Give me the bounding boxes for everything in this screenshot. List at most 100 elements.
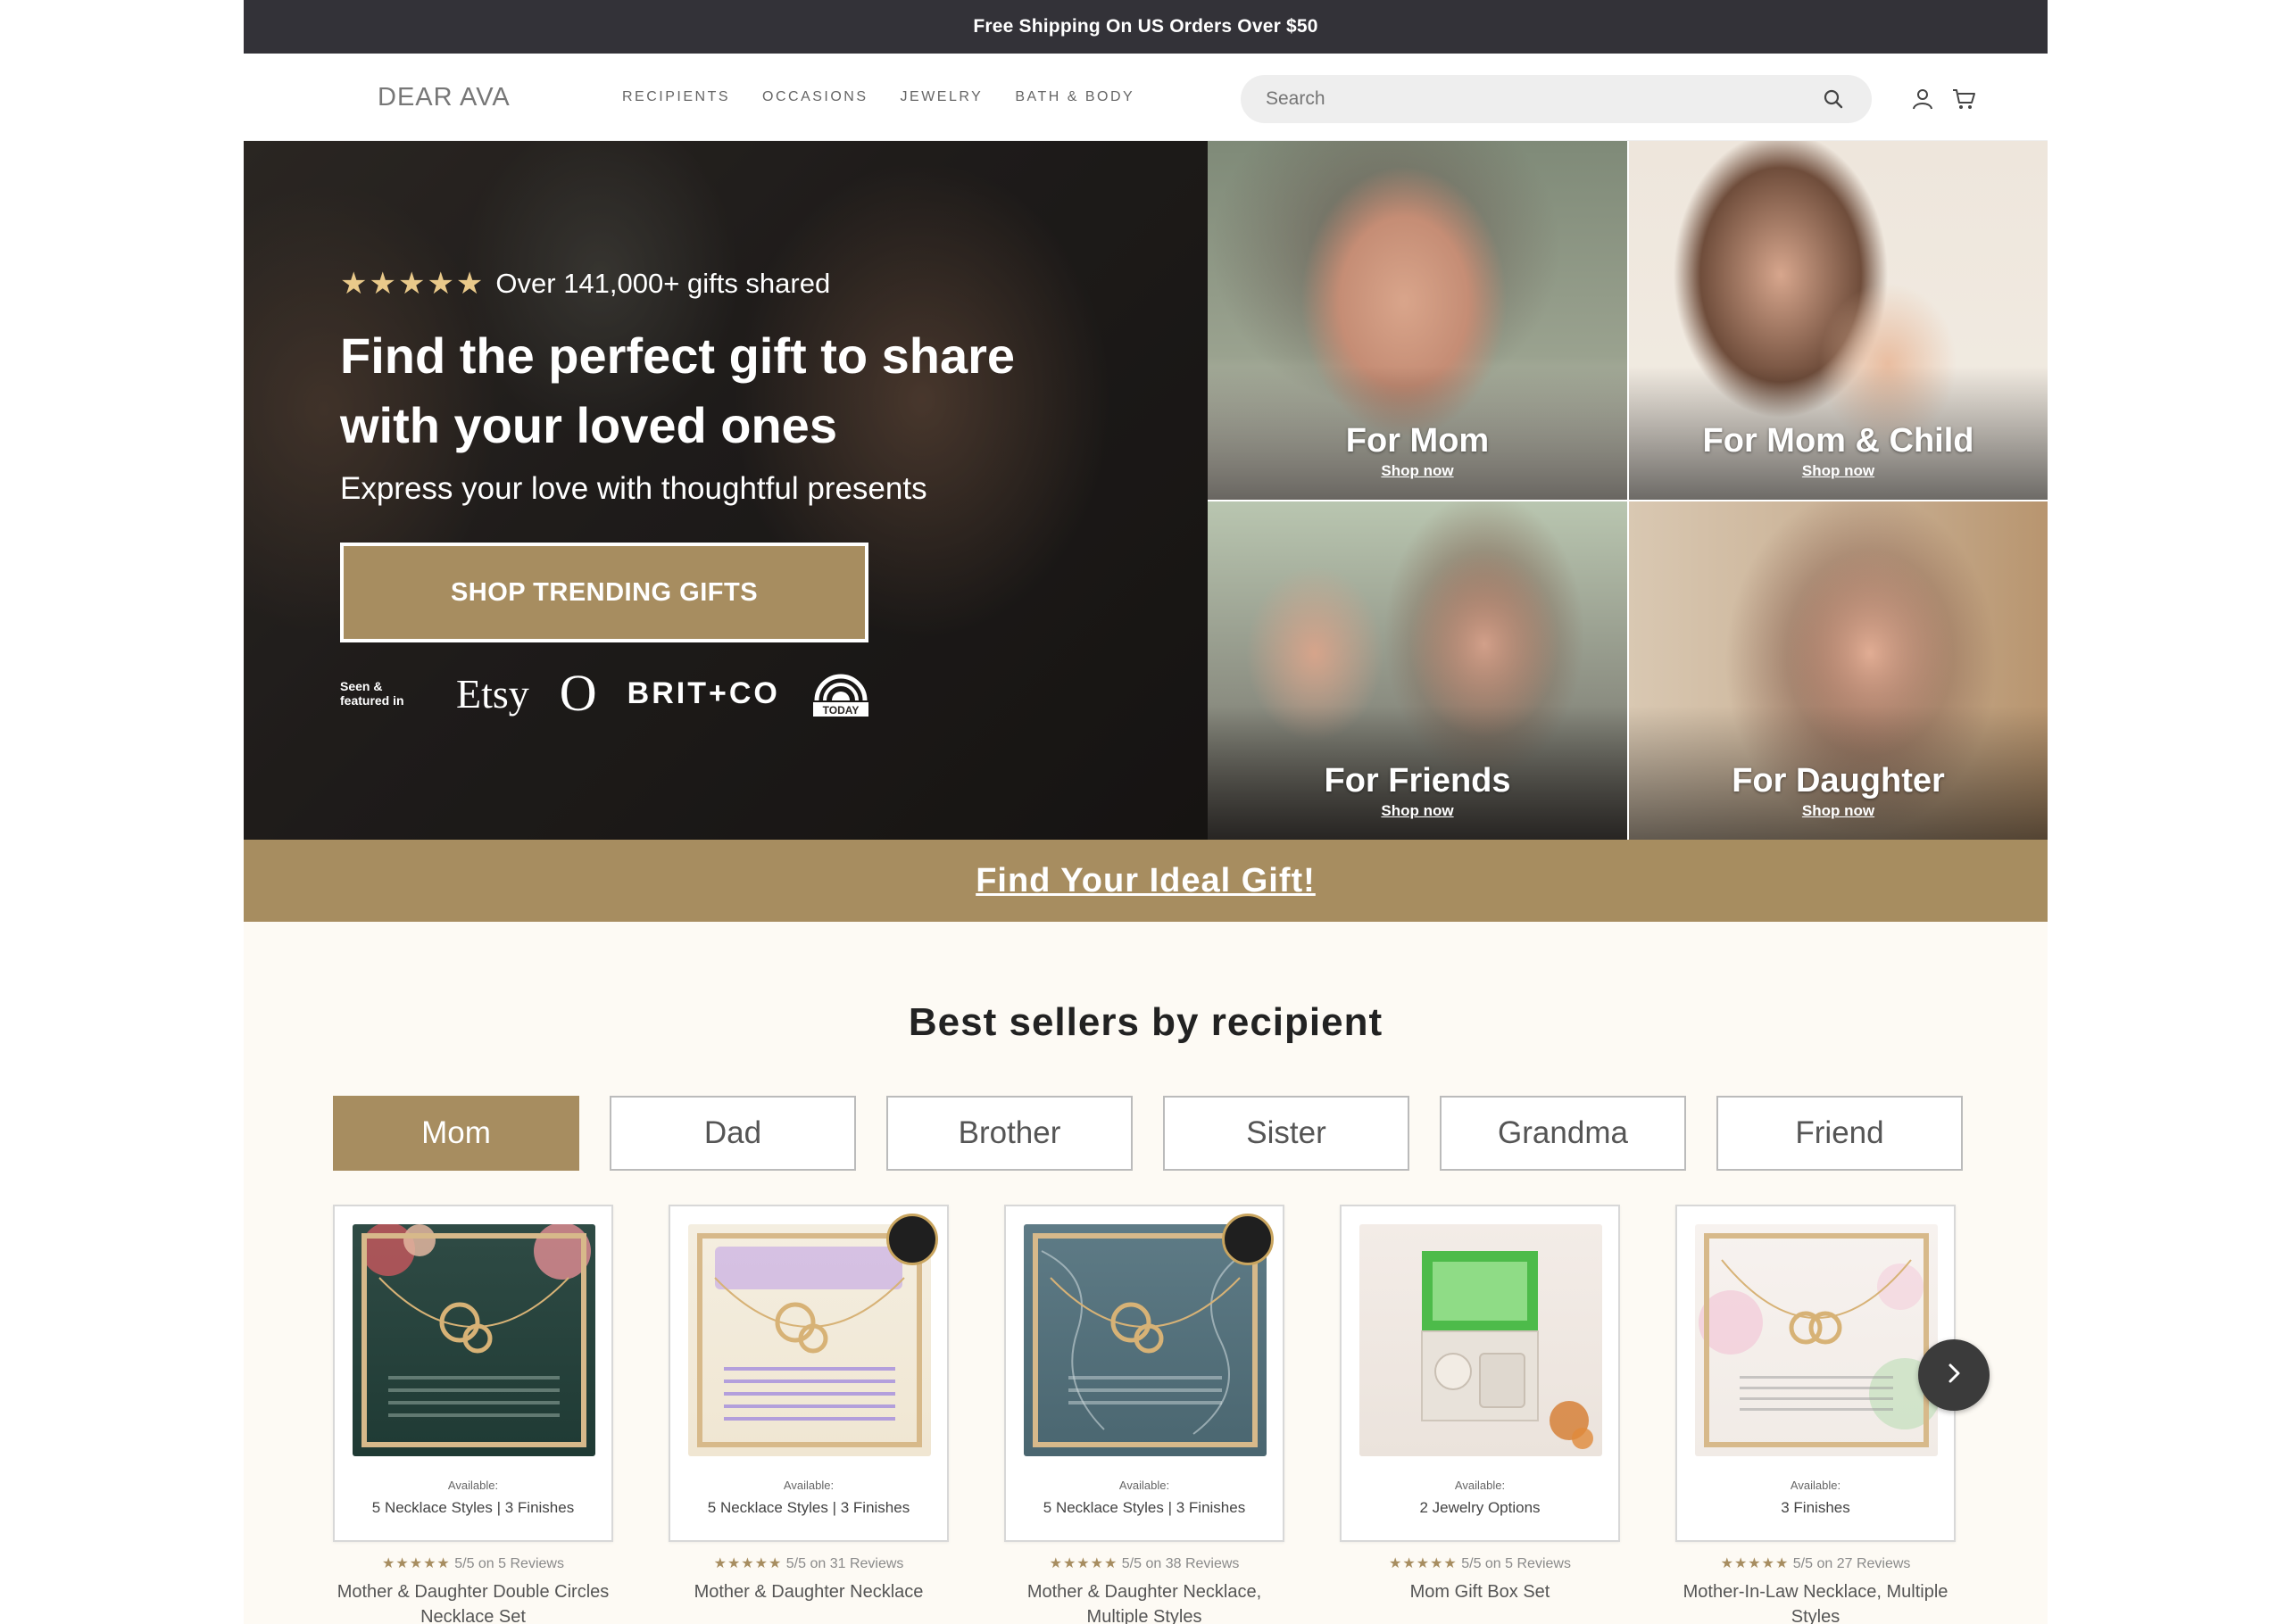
product-name[interactable]: Mother & Daughter Double Circles Necklac…	[333, 1579, 613, 1624]
tab-friend[interactable]: Friend	[1716, 1096, 1963, 1171]
product-rating: ★★★★★ 5/5 on 5 Reviews	[333, 1554, 613, 1572]
recipient-tabs: Mom Dad Brother Sister Grandma Friend	[333, 1096, 1963, 1171]
tile-for-mom-child[interactable]: For Mom & Child Shop now	[1629, 141, 2048, 500]
product-rating: ★★★★★ 5/5 on 5 Reviews	[1340, 1554, 1620, 1572]
site-header: DEAR AVA RECIPIENTS OCCASIONS JEWELRY BA…	[244, 54, 2048, 141]
product-available-label: Available:	[1118, 1479, 1170, 1492]
product-card[interactable]: Available: 3 Finishes	[1675, 1205, 1956, 1542]
search-bar	[1241, 75, 1872, 123]
hero-banner: ★★★★★ Over 141,000+ gifts shared Find th…	[244, 141, 1208, 840]
find-ideal-gift-link[interactable]: Find Your Ideal Gift!	[976, 862, 1316, 900]
hero-content: ★★★★★ Over 141,000+ gifts shared Find th…	[340, 266, 1108, 719]
logo[interactable]: DEAR AVA	[378, 54, 511, 141]
shop-now-link[interactable]: Shop now	[1629, 462, 2048, 480]
nav-bath-body[interactable]: BATH & BODY	[1015, 89, 1134, 105]
nav-jewelry[interactable]: JEWELRY	[901, 89, 984, 105]
star-rating-icon: ★★★★★	[1720, 1556, 1790, 1571]
product-image[interactable]	[353, 1224, 595, 1456]
product-available-label: Available:	[1454, 1479, 1506, 1492]
search-icon[interactable]	[1820, 86, 1847, 112]
cart-icon[interactable]	[1948, 84, 1979, 114]
chevron-right-icon	[1944, 1362, 1964, 1389]
product-options: 5 Necklace Styles | 3 Finishes	[707, 1499, 910, 1516]
product-rating-text: 5/5 on 5 Reviews	[1461, 1556, 1571, 1571]
hero-rating: ★★★★★ Over 141,000+ gifts shared	[340, 266, 1108, 302]
product-options: 3 Finishes	[1781, 1499, 1850, 1516]
product-carousel: Available: 5 Necklace Styles | 3 Finishe…	[333, 1205, 1956, 1624]
today-logo-text: TODAY	[823, 704, 860, 717]
product-rating: ★★★★★ 5/5 on 31 Reviews	[669, 1554, 949, 1572]
carousel-next-button[interactable]	[1918, 1339, 1990, 1411]
product-name[interactable]: Mother & Daughter Necklace	[669, 1579, 949, 1604]
hero-rating-text: Over 141,000+ gifts shared	[495, 268, 831, 299]
search-input[interactable]	[1266, 88, 1820, 110]
tile-label: For Daughter Shop now	[1629, 762, 2048, 820]
product-rating-text: 5/5 on 31 Reviews	[785, 1556, 904, 1571]
product-card[interactable]: Available: 5 Necklace Styles | 3 Finishe…	[669, 1205, 949, 1542]
product-rating-text: 5/5 on 38 Reviews	[1121, 1556, 1240, 1571]
star-rating-icon: ★★★★★	[1049, 1556, 1118, 1571]
tile-title: For Friends	[1324, 762, 1511, 800]
bestseller-badge-icon	[1222, 1214, 1274, 1265]
announcement-bar: Free Shipping On US Orders Over $50	[244, 0, 2048, 54]
tab-sister[interactable]: Sister	[1163, 1096, 1409, 1171]
product-frame	[361, 1233, 586, 1447]
nav-recipients[interactable]: RECIPIENTS	[622, 89, 730, 105]
product-options: 5 Necklace Styles | 3 Finishes	[371, 1499, 575, 1516]
featured-label: Seen & featured in	[340, 679, 404, 708]
product-card[interactable]: Available: 5 Necklace Styles | 3 Finishe…	[1004, 1205, 1284, 1542]
product-item[interactable]: Available: 5 Necklace Styles | 3 Finishe…	[669, 1205, 949, 1624]
tile-for-friends[interactable]: For Friends Shop now	[1208, 501, 1627, 840]
product-rating: ★★★★★ 5/5 on 38 Reviews	[1004, 1554, 1284, 1572]
featured-in: Seen & featured in Etsy O BRIT+CO TODAY	[340, 667, 1108, 719]
page: Free Shipping On US Orders Over $50 DEAR…	[0, 0, 2285, 1624]
product-name[interactable]: Mother-In-Law Necklace, Multiple Styles	[1675, 1579, 1956, 1624]
hero: ★★★★★ Over 141,000+ gifts shared Find th…	[244, 141, 2048, 840]
product-name[interactable]: Mom Gift Box Set	[1340, 1579, 1620, 1604]
product-available-label: Available:	[783, 1479, 835, 1492]
britco-logo: BRIT+CO	[627, 675, 780, 710]
oprah-logo: O	[559, 664, 597, 722]
product-item[interactable]: Available: 3 Finishes ★★★★★ 5/5 on 27 Re…	[1675, 1205, 1956, 1624]
nav-occasions[interactable]: OCCASIONS	[762, 89, 868, 105]
product-available-label: Available:	[1790, 1479, 1841, 1492]
etsy-logo: Etsy	[456, 670, 529, 717]
product-item[interactable]: Available: 5 Necklace Styles | 3 Finishe…	[333, 1205, 613, 1624]
tab-dad[interactable]: Dad	[610, 1096, 856, 1171]
tile-for-mom[interactable]: For Mom Shop now	[1208, 141, 1627, 500]
product-rating-text: 5/5 on 5 Reviews	[454, 1556, 564, 1571]
product-rating-text: 5/5 on 27 Reviews	[1792, 1556, 1911, 1571]
product-item[interactable]: Available: 5 Necklace Styles | 3 Finishe…	[1004, 1205, 1284, 1624]
product-options: 2 Jewelry Options	[1419, 1499, 1541, 1516]
today-logo: TODAY	[810, 668, 871, 718]
tab-grandma[interactable]: Grandma	[1440, 1096, 1686, 1171]
product-image[interactable]	[1695, 1224, 1938, 1456]
product-rating: ★★★★★ 5/5 on 27 Reviews	[1675, 1554, 1956, 1572]
product-frame	[1033, 1233, 1258, 1447]
bestseller-badge-icon	[886, 1214, 938, 1265]
hero-subtitle: Express your love with thoughtful presen…	[340, 471, 927, 506]
star-rating-icon: ★★★★★	[382, 1556, 451, 1571]
product-available-label: Available:	[447, 1479, 499, 1492]
tile-label: For Friends Shop now	[1208, 762, 1627, 820]
tile-for-daughter[interactable]: For Daughter Shop now	[1629, 501, 2048, 840]
category-grid: For Mom Shop now For Mom & Child Shop no…	[1208, 141, 2048, 840]
product-item[interactable]: Available: 2 Jewelry Options ★★★★★ 5/5 o…	[1340, 1205, 1620, 1624]
shop-now-link[interactable]: Shop now	[1208, 802, 1627, 820]
shop-now-link[interactable]: Shop now	[1208, 462, 1627, 480]
tile-label: For Mom Shop now	[1208, 422, 1627, 480]
shop-now-link[interactable]: Shop now	[1629, 802, 2048, 820]
tab-brother[interactable]: Brother	[886, 1096, 1133, 1171]
product-options: 5 Necklace Styles | 3 Finishes	[1043, 1499, 1246, 1516]
product-name[interactable]: Mother & Daughter Necklace, Multiple Sty…	[1004, 1579, 1284, 1624]
shop-trending-button[interactable]: SHOP TRENDING GIFTS	[340, 543, 868, 642]
tab-mom[interactable]: Mom	[333, 1096, 579, 1171]
tile-title: For Mom & Child	[1702, 422, 1974, 460]
product-image[interactable]	[1359, 1224, 1602, 1456]
star-rating-icon: ★★★★★	[1389, 1556, 1458, 1571]
product-frame	[697, 1233, 922, 1447]
announcement-text: Free Shipping On US Orders Over $50	[973, 16, 1318, 37]
product-card[interactable]: Available: 2 Jewelry Options	[1340, 1205, 1620, 1542]
account-icon[interactable]	[1907, 84, 1938, 114]
product-card[interactable]: Available: 5 Necklace Styles | 3 Finishe…	[333, 1205, 613, 1542]
